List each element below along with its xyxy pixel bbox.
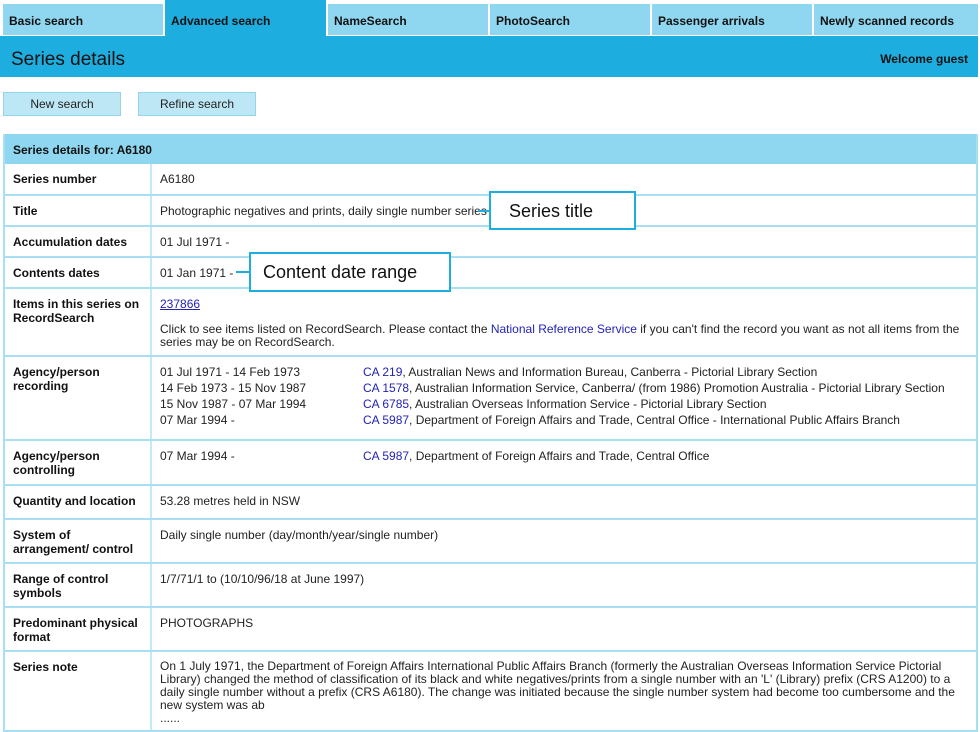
page-title: Series details: [11, 49, 126, 70]
row-label-title: Title: [4, 195, 152, 227]
series-note-text: On 1 July 1971, the Department of Foreig…: [160, 659, 955, 712]
table-row: Range of control symbols 1/7/71/1 to (10…: [4, 563, 977, 608]
row-label-series-note: Series note: [4, 651, 152, 732]
row-label-agency-controlling: Agency/person controlling: [4, 440, 152, 486]
series-note-value: On 1 July 1971, the Department of Foreig…: [151, 651, 977, 732]
agency-controlling-value: 07 Mar 1994 - CA 5987, Department of Fore…: [151, 440, 977, 486]
table-caption-row: Series details for: A6180: [4, 134, 977, 164]
row-label-items: Items in this series on RecordSearch: [4, 288, 152, 357]
agency-entry: 07 Mar 1994 - CA 5987, Department of Fore…: [160, 449, 968, 465]
quantity-value: 53.28 metres held in NSW: [151, 485, 977, 520]
agency-entry: 14 Feb 1973 - 15 Nov 1987 CA 1578, Austra…: [160, 381, 968, 397]
row-label-accumulation-dates: Accumulation dates: [4, 226, 152, 258]
table-row: Quantity and location 53.28 metres held …: [4, 485, 977, 520]
series-note-ellipsis: ......: [160, 711, 181, 725]
agency-entry: 15 Nov 1987 - 07 Mar 1994 CA 6785, Austra…: [160, 397, 968, 413]
agency-name: , Australian Overseas Information Servic…: [409, 397, 767, 411]
agency-recording-value: 01 Jul 1971 - 14 Feb 1973 CA 219, Austral…: [151, 356, 977, 441]
agency-entry: 01 Jul 1971 - 14 Feb 1973 CA 219, Austral…: [160, 365, 968, 381]
table-row: System of arrangement/ control Daily sin…: [4, 519, 977, 564]
format-value: PHOTOGRAPHS: [151, 607, 977, 652]
agency-entry: 07 Mar 1994 - CA 5987, Department of Fore…: [160, 413, 968, 429]
system-value: Daily single number (day/month/year/sing…: [151, 519, 977, 564]
agency-code-link[interactable]: CA 219: [363, 365, 402, 379]
row-label-quantity: Quantity and location: [4, 485, 152, 520]
agency-name: , Australian Information Service, Canber…: [409, 381, 945, 395]
agency-dates: 07 Mar 1994 -: [160, 413, 235, 427]
agency-dates: 14 Feb 1973 - 15 Nov 1987: [160, 381, 307, 395]
tab-passenger-arrivals[interactable]: Passenger arrivals: [652, 4, 812, 35]
content-date-range-callout: Content date range: [249, 252, 451, 292]
header-bar: Series details Welcome guest: [0, 36, 978, 77]
agency-code-link[interactable]: CA 1578: [363, 381, 409, 395]
tab-newly-scanned-records[interactable]: Newly scanned records: [814, 4, 978, 35]
agency-dates: 07 Mar 1994 -: [160, 449, 235, 463]
items-note-before: Click to see items listed on RecordSearc…: [160, 322, 491, 336]
refine-search-button[interactable]: Refine search: [138, 92, 256, 116]
row-label-system: System of arrangement/ control: [4, 519, 152, 564]
tab-photo-search[interactable]: PhotoSearch: [490, 4, 650, 35]
national-reference-service-link[interactable]: National Reference Service: [491, 322, 637, 336]
agency-name: , Department of Foreign Affairs and Trad…: [409, 449, 710, 463]
range-value: 1/7/71/1 to (10/10/96/18 at June 1997): [151, 563, 977, 608]
table-row: Series note On 1 July 1971, the Departme…: [4, 651, 977, 732]
table-row: Accumulation dates 01 Jul 1971 -: [4, 226, 977, 258]
agency-code-link[interactable]: CA 5987: [363, 449, 409, 463]
tab-advanced-search[interactable]: Advanced search: [165, 0, 326, 36]
agency-name: , Department of Foreign Affairs and Trad…: [409, 413, 900, 427]
table-caption: Series details for: A6180: [4, 134, 977, 164]
welcome-message: Welcome guest: [880, 52, 968, 66]
table-row: Items in this series on RecordSearch 237…: [4, 288, 977, 357]
items-value: 237866 Click to see items listed on Reco…: [151, 288, 977, 357]
agency-name: , Australian News and Information Bureau…: [402, 365, 818, 379]
table-row: Predominant physical format PHOTOGRAPHS: [4, 607, 977, 652]
items-count-link[interactable]: 237866: [160, 297, 200, 311]
tab-basic-search[interactable]: Basic search: [3, 4, 163, 35]
agency-dates: 01 Jul 1971 - 14 Feb 1973: [160, 365, 301, 379]
row-label-agency-recording: Agency/person recording: [4, 356, 152, 441]
nav-tabs: Basic search Advanced search NameSearch …: [0, 0, 980, 36]
agency-code-link[interactable]: CA 6785: [363, 397, 409, 411]
row-label-series-number: Series number: [4, 164, 152, 196]
tab-name-search[interactable]: NameSearch: [328, 4, 488, 35]
row-label-contents-dates: Contents dates: [4, 257, 152, 289]
new-search-button[interactable]: New search: [3, 92, 121, 116]
callout-connector: [236, 271, 250, 273]
agency-code-link[interactable]: CA 5987: [363, 413, 409, 427]
table-row: Contents dates 01 Jan 1971 -: [4, 257, 977, 289]
row-label-format: Predominant physical format: [4, 607, 152, 652]
table-row: Agency/person controlling 07 Mar 1994 - C…: [4, 440, 977, 486]
table-row: Agency/person recording 01 Jul 1971 - 14…: [4, 356, 977, 441]
series-title-callout: Series title: [489, 191, 636, 230]
items-note: Click to see items listed on RecordSearc…: [160, 323, 968, 349]
agency-dates: 15 Nov 1987 - 07 Mar 1994: [160, 397, 307, 411]
row-label-range: Range of control symbols: [4, 563, 152, 608]
